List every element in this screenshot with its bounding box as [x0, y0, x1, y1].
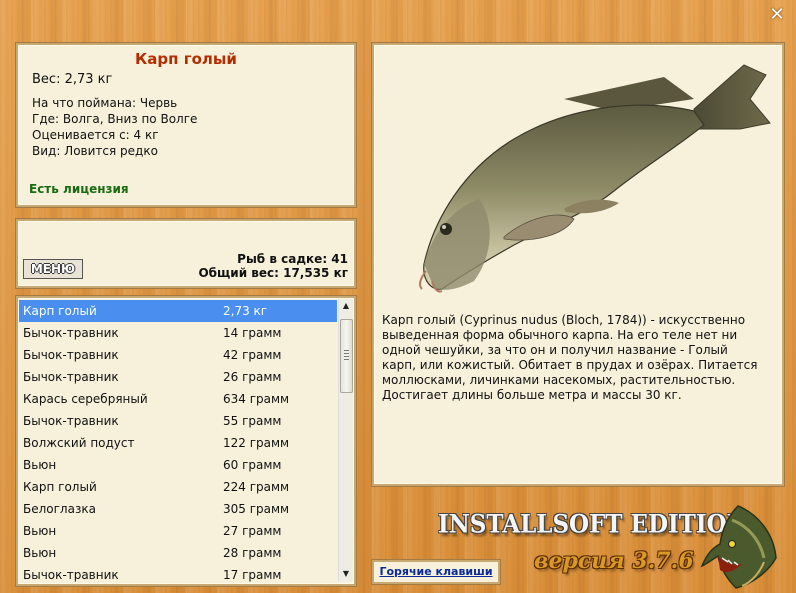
fish-weight-cell: 634 грамм — [223, 392, 290, 406]
fish-photo-panel: Карп голый (Cyprinus nudus (Bloch, 1784)… — [372, 43, 784, 486]
fish-details: На что поймана: Червь Где: Волга, Вниз п… — [32, 95, 197, 159]
fish-weight-cell: 60 грамм — [223, 458, 282, 472]
list-item[interactable]: Вьюн 60 грамм — [19, 454, 337, 476]
fish-weight-cell: 17 грамм — [223, 568, 282, 582]
list-item[interactable]: Волжский подуст 122 грамм — [19, 432, 337, 454]
fish-name: Волжский подуст — [23, 436, 135, 450]
list-item[interactable]: Белоглазка 305 грамм — [19, 498, 337, 520]
list-item[interactable]: Бычок-травник 26 грамм — [19, 366, 337, 388]
fish-weight-cell: 42 грамм — [223, 348, 282, 362]
hotkeys-link[interactable]: Горячие клавиши — [372, 560, 500, 584]
pike-logo-icon — [700, 505, 777, 589]
bait-text: На что поймана: Червь — [32, 96, 178, 110]
list-item[interactable]: Бычок-травник 14 грамм — [19, 322, 337, 344]
fish-weight-cell: 2,73 кг — [223, 304, 268, 318]
fish-weight-cell: 14 грамм — [223, 326, 282, 340]
fish-name: Вьюн — [23, 546, 57, 560]
fish-count: Рыб в садке: 41 — [237, 252, 348, 266]
scroll-up-icon[interactable]: ▲ — [339, 299, 353, 313]
catch-list-rows: Карп голый 2,73 кг Бычок-травник 14 грамм Бы… — [19, 300, 337, 584]
fish-info-panel: Карп голый Вес: 2,73 кг На что поймана: … — [16, 43, 356, 207]
list-item[interactable]: Вьюн 27 грамм — [19, 520, 337, 542]
version-label: версия 3.7.6 — [534, 548, 694, 574]
list-item[interactable]: Карась серебряный 634 грамм — [19, 388, 337, 410]
menu-button[interactable]: МЕНЮ — [23, 259, 83, 279]
list-item[interactable]: Бычок-травник 42 грамм — [19, 344, 337, 366]
fish-name: Бычок-травник — [23, 326, 119, 340]
license-status: Есть лицензия — [29, 182, 129, 196]
fish-name: Вьюн — [23, 524, 57, 538]
total-weight: Общий вес: 17,535 кг — [198, 266, 348, 280]
fish-name: Белоглазка — [23, 502, 96, 516]
fish-name: Бычок-травник — [23, 370, 119, 384]
fish-weight-cell: 55 грамм — [223, 414, 282, 428]
fish-weight-cell: 27 грамм — [223, 524, 282, 538]
catch-list[interactable]: Карп голый 2,73 кг Бычок-травник 14 грамм Бы… — [16, 296, 356, 586]
grip-icon — [344, 350, 349, 360]
carp-photo — [418, 64, 771, 293]
location-text: Где: Волга, Вниз по Волге — [32, 112, 198, 126]
list-item[interactable]: Бычок-травник 55 грамм — [19, 410, 337, 432]
fish-name: Карп голый — [23, 304, 97, 318]
fish-name: Карась серебряный — [23, 392, 148, 406]
list-item[interactable]: Бычок-травник 17 грамм — [19, 564, 337, 584]
cage-panel: МЕНЮ Рыб в садке: 41 Общий вес: 17,535 к… — [16, 219, 356, 288]
fish-name: Бычок-травник — [23, 568, 119, 582]
fish-weight: Вес: 2,73 кг — [32, 72, 113, 87]
fish-weight-cell: 26 грамм — [223, 370, 282, 384]
fish-title: Карп голый — [135, 50, 237, 68]
close-button[interactable]: ✕ — [768, 6, 786, 24]
scroll-down-icon[interactable]: ▼ — [339, 567, 353, 581]
list-item[interactable]: Карп голый 2,73 кг — [19, 300, 337, 322]
fish-weight-cell: 305 грамм — [223, 502, 290, 516]
list-item[interactable]: Вьюн 28 грамм — [19, 542, 337, 564]
list-scrollbar[interactable]: ▲ ▼ — [338, 299, 353, 581]
fish-name: Бычок-травник — [23, 414, 119, 428]
fish-weight-cell: 224 грамм — [223, 480, 290, 494]
fish-weight-cell: 28 грамм — [223, 546, 282, 560]
list-item[interactable]: Карп голый 224 грамм — [19, 476, 337, 498]
cage-stats: Рыб в садке: 41 Общий вес: 17,535 кг — [198, 252, 348, 280]
kind-text: Вид: Ловится редко — [32, 144, 158, 158]
valuation-text: Оценивается с: 4 кг — [32, 128, 159, 142]
fish-name: Карп голый — [23, 480, 97, 494]
fish-name: Вьюн — [23, 458, 57, 472]
scroll-thumb[interactable] — [340, 319, 353, 393]
fish-description: Карп голый (Cyprinus nudus (Bloch, 1784)… — [382, 313, 758, 402]
fish-weight-cell: 122 грамм — [223, 436, 290, 450]
fish-name: Бычок-травник — [23, 348, 119, 362]
